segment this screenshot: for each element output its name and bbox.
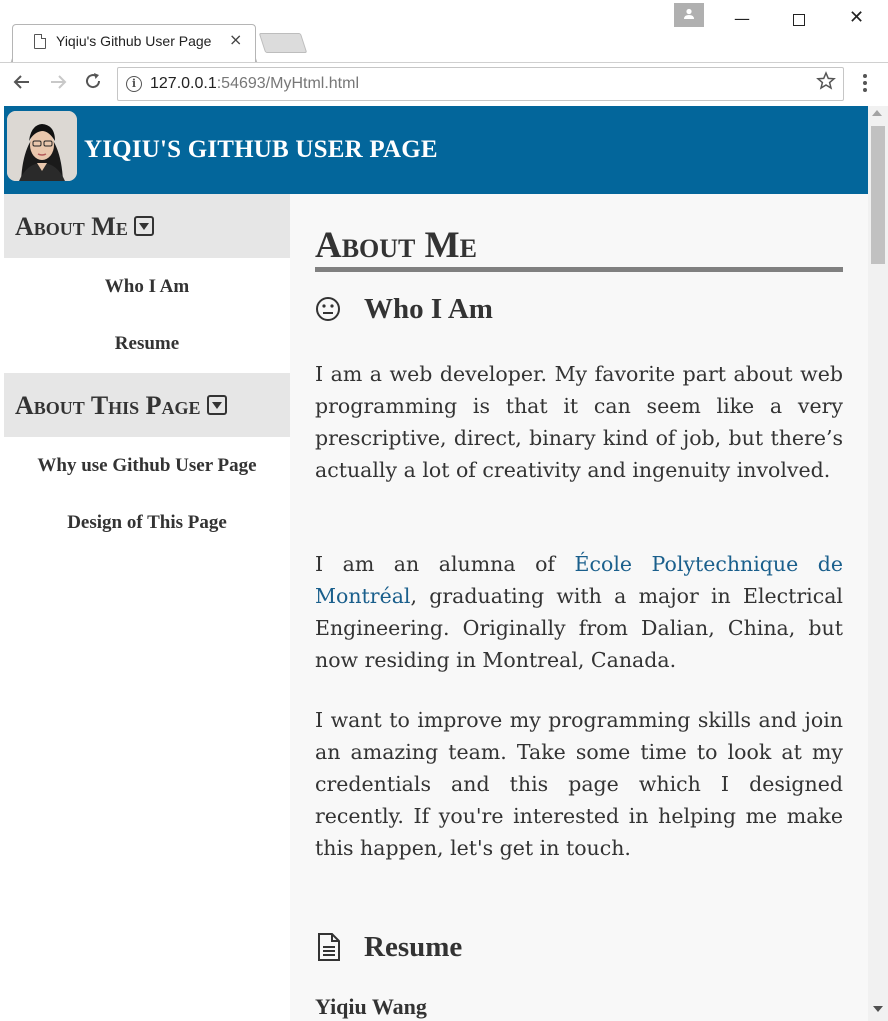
section-divider xyxy=(315,267,843,272)
page-icon xyxy=(34,34,46,49)
caret-down-icon[interactable] xyxy=(133,216,154,237)
neutral-face-icon xyxy=(316,297,340,321)
page-viewport: YIQIU'S GITHUB USER PAGE About Me Who I … xyxy=(4,106,868,1021)
scroll-down-arrow-icon[interactable] xyxy=(873,1006,883,1012)
sidebar-item-who-i-am[interactable]: Who I Am xyxy=(4,276,290,298)
about-paragraph-3: I want to improve my programming skills … xyxy=(315,708,843,860)
site-title: YIQIU'S GITHUB USER PAGE xyxy=(84,136,438,163)
maximize-button[interactable] xyxy=(793,14,805,26)
sidebar: About Me Who I Am Resume About This Page… xyxy=(4,194,290,1021)
document-icon xyxy=(318,933,340,961)
forward-arrow-icon[interactable] xyxy=(48,72,68,97)
sidebar-item-design[interactable]: Design of This Page xyxy=(4,512,290,534)
paragraph-text: I am an alumna of xyxy=(315,552,575,576)
sidebar-item-resume[interactable]: Resume xyxy=(4,333,290,355)
section-title: About Me xyxy=(315,225,477,266)
resume-heading: Resume xyxy=(364,931,463,963)
back-arrow-icon[interactable] xyxy=(12,72,32,97)
menu-icon[interactable] xyxy=(862,73,868,93)
sidebar-section-label: About Me xyxy=(15,212,154,242)
info-icon[interactable]: i xyxy=(126,76,142,92)
sidebar-section-title: About Me xyxy=(15,212,128,241)
tab-close-icon[interactable]: × xyxy=(229,30,242,49)
url-text[interactable]: 127.0.0.1:54693/MyHtml.html xyxy=(150,75,359,93)
user-icon xyxy=(684,8,694,19)
window-close-button[interactable]: ✕ xyxy=(849,7,864,28)
browser-toolbar: i 127.0.0.1:54693/MyHtml.html xyxy=(0,62,888,106)
reload-icon[interactable] xyxy=(83,71,103,96)
url-host: 127.0.0.1 xyxy=(150,75,217,92)
address-bar[interactable]: i 127.0.0.1:54693/MyHtml.html xyxy=(117,67,844,101)
sidebar-section-about-me[interactable]: About Me xyxy=(4,194,290,258)
sidebar-item-why-github[interactable]: Why use Github User Page xyxy=(4,455,290,477)
about-paragraph-1: I am a web developer. My favorite part a… xyxy=(315,362,843,482)
tab-title[interactable]: Yiqiu's Github User Page xyxy=(56,33,211,49)
profile-button[interactable] xyxy=(674,3,704,27)
main-content: About Me Who I Am I am a web developer. … xyxy=(290,194,868,1021)
who-i-am-heading: Who I Am xyxy=(364,293,493,325)
vertical-scrollbar[interactable] xyxy=(868,106,888,1021)
scroll-thumb[interactable] xyxy=(871,126,885,264)
star-icon[interactable] xyxy=(816,71,836,96)
about-paragraph-2: I am an alumna of École Polytechnique de… xyxy=(315,548,843,676)
sidebar-section-about-this-page[interactable]: About This Page xyxy=(4,373,290,437)
caret-down-icon[interactable] xyxy=(206,395,227,416)
author-name: Yiqiu Wang xyxy=(315,994,427,1019)
new-tab-button[interactable] xyxy=(258,33,308,53)
sidebar-section-label: About This Page xyxy=(15,391,227,421)
avatar xyxy=(7,111,77,181)
minimize-button[interactable]: — xyxy=(734,9,750,28)
site-header: YIQIU'S GITHUB USER PAGE xyxy=(4,106,868,194)
browser-titlebar: Yiqiu's Github User Page × — ✕ xyxy=(0,0,888,62)
scroll-up-arrow-icon[interactable] xyxy=(872,110,882,116)
url-path: :54693/MyHtml.html xyxy=(216,75,359,92)
sidebar-section-title: About This Page xyxy=(15,391,201,420)
